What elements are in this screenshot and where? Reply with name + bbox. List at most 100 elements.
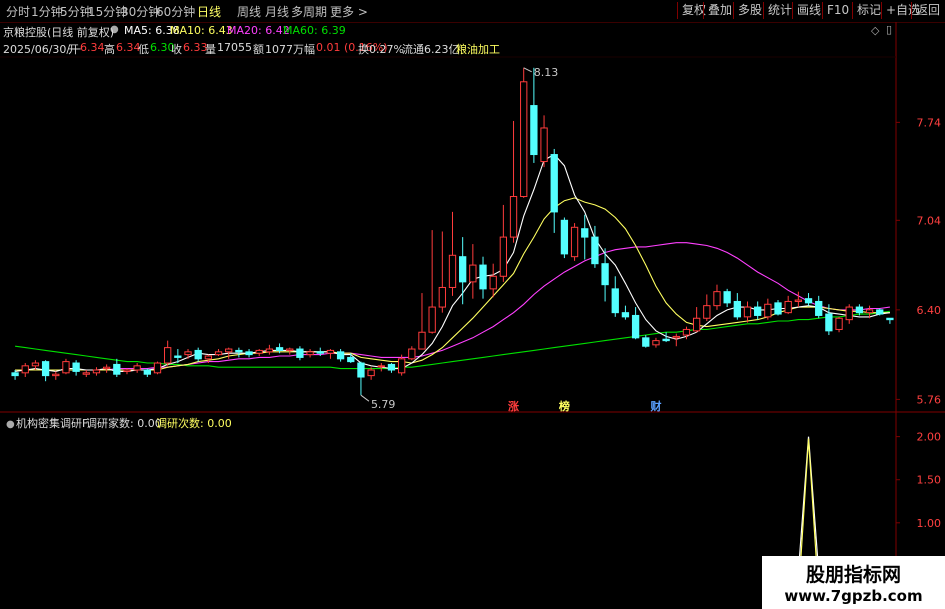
price-chart-panel[interactable]: 7.74 7.04 6.40 5.76 8.13 5.79 涨 榜 财 ● 机构密集调研F调研家数:… xyxy=(0,0,945,609)
candle-body-43 xyxy=(448,254,457,288)
ma5-line xyxy=(15,153,890,372)
candle-body-60 xyxy=(621,312,630,318)
diamond-icon[interactable]: ◇ xyxy=(871,24,879,37)
candle-body-57 xyxy=(591,236,599,265)
candle-body-56 xyxy=(581,228,589,238)
watermark-title: 股朋指标网 xyxy=(805,564,901,586)
candle-body-23 xyxy=(245,351,253,356)
open-value: 6.34 xyxy=(80,41,105,54)
ind-y-tick-label-0: 2.00 xyxy=(917,431,942,444)
candle-body-16 xyxy=(174,355,182,358)
candle-body-58 xyxy=(601,263,609,286)
ma20-value: MA20: 6.42 xyxy=(227,24,290,37)
candle-body-1 xyxy=(21,365,29,374)
tab-9[interactable]: 多周期 xyxy=(291,3,327,20)
candle-body-44 xyxy=(459,256,467,283)
candle-body-83 xyxy=(855,306,864,314)
y-tick-label-2: 6.40 xyxy=(917,304,942,317)
high-value: 6.34 xyxy=(116,41,141,54)
candle-body-82 xyxy=(845,306,853,321)
candle-body-71 xyxy=(733,300,741,318)
toolbar-button-1[interactable]: 叠加 xyxy=(703,2,736,19)
tab-2[interactable]: 5分钟 xyxy=(60,3,92,20)
candle-body-62 xyxy=(642,337,650,347)
candle-body-70 xyxy=(723,291,731,304)
candle-body-2 xyxy=(31,362,40,367)
candle-body-28 xyxy=(296,348,304,358)
toolbar-button-5[interactable]: F10 xyxy=(822,2,853,19)
candle-body-38 xyxy=(397,358,406,374)
indicator-title: 机构密集调研F xyxy=(16,416,88,430)
high-annotation: 8.13 xyxy=(534,66,559,79)
event-marker-1: 榜 xyxy=(559,399,570,413)
candle-body-84 xyxy=(865,309,874,314)
candle-body-73 xyxy=(754,306,762,316)
high-annotation-line xyxy=(523,67,532,73)
tab-8[interactable]: 月线 xyxy=(265,3,289,20)
candle-body-45 xyxy=(469,264,477,283)
candle-body-0 xyxy=(11,372,19,377)
candle-body-63 xyxy=(652,340,660,346)
candle-body-77 xyxy=(794,299,803,302)
candle-body-85 xyxy=(876,309,884,315)
candle-body-27 xyxy=(286,348,294,351)
tab-0[interactable]: 分时 xyxy=(6,3,30,20)
candle-body-12 xyxy=(133,365,141,371)
ind-y-tick-label-2: 1.00 xyxy=(917,517,942,530)
ma10-value: MA10: 6.43 xyxy=(170,24,233,37)
toolbar-button-2[interactable]: 多股 xyxy=(733,2,766,19)
candle-body-47 xyxy=(489,275,497,290)
candle-body-10 xyxy=(113,363,121,375)
ma10-line xyxy=(15,197,890,371)
tab-7[interactable]: 周线 xyxy=(237,3,261,20)
candle-body-32 xyxy=(336,351,345,360)
candle-body-14 xyxy=(153,362,162,374)
tab-10[interactable]: 更多 > xyxy=(330,3,368,20)
indicator-toggle-icon: ● xyxy=(6,419,15,430)
tab-6[interactable]: 日线 xyxy=(197,3,221,20)
candle-body-50 xyxy=(520,81,528,198)
candle-body-4 xyxy=(52,373,60,377)
candle-body-22 xyxy=(235,349,243,353)
ma60-line xyxy=(15,310,890,370)
window-icon[interactable]: ▯ xyxy=(886,23,892,36)
ma20-line xyxy=(15,242,890,371)
candle-body-33 xyxy=(347,356,355,363)
watermark-url: www.7gpzb.com xyxy=(784,587,923,605)
candle-body-26 xyxy=(275,347,284,351)
candle-body-13 xyxy=(143,369,151,375)
toolbar-button-8[interactable]: 返回 xyxy=(911,2,944,19)
candle-body-30 xyxy=(316,351,324,354)
candle-body-5 xyxy=(62,361,70,374)
y-tick-label-1: 7.04 xyxy=(917,214,942,227)
toolbar-button-4[interactable]: 画线 xyxy=(792,2,825,19)
candle-body-54 xyxy=(560,219,569,255)
candle-body-52 xyxy=(540,127,548,163)
candle-body-3 xyxy=(41,361,50,377)
candle-body-34 xyxy=(357,362,365,378)
period-toolbar: 分时 1分钟 5分钟 15分钟 30分钟 60分钟 日线 周线 月线 多周期 更多 > 复权 叠加 多股统… xyxy=(0,0,945,23)
candle-body-6 xyxy=(72,362,80,372)
candle-body-35 xyxy=(367,369,375,377)
industry-link[interactable]: 粮油加工 xyxy=(456,41,500,57)
candle-body-42 xyxy=(438,286,446,308)
y-tick-label-0: 7.74 xyxy=(917,116,942,129)
candle-body-61 xyxy=(631,314,640,339)
tab-1[interactable]: 1分钟 xyxy=(31,3,63,20)
candle-body-9 xyxy=(102,366,111,370)
volume-value: 17055 xyxy=(217,41,252,54)
candle-body-59 xyxy=(611,288,619,314)
candle-body-55 xyxy=(570,226,579,258)
candle-body-21 xyxy=(225,348,233,353)
candle-body-7 xyxy=(82,372,90,375)
float-cap-text: 流通6.23亿 xyxy=(402,43,460,56)
ind-y-tick-label-1: 1.50 xyxy=(917,474,942,487)
tab-5[interactable]: 60分钟 xyxy=(156,3,195,20)
candle-body-17 xyxy=(184,351,192,356)
candle-body-76 xyxy=(784,300,792,314)
indicator-legend-0: 调研家数: 0.00 xyxy=(86,416,162,430)
candle-body-48 xyxy=(499,236,508,277)
candle-body-25 xyxy=(265,348,274,353)
turnover-text: 换0.27% xyxy=(358,43,404,56)
tab-4[interactable]: 30分钟 xyxy=(121,3,160,20)
